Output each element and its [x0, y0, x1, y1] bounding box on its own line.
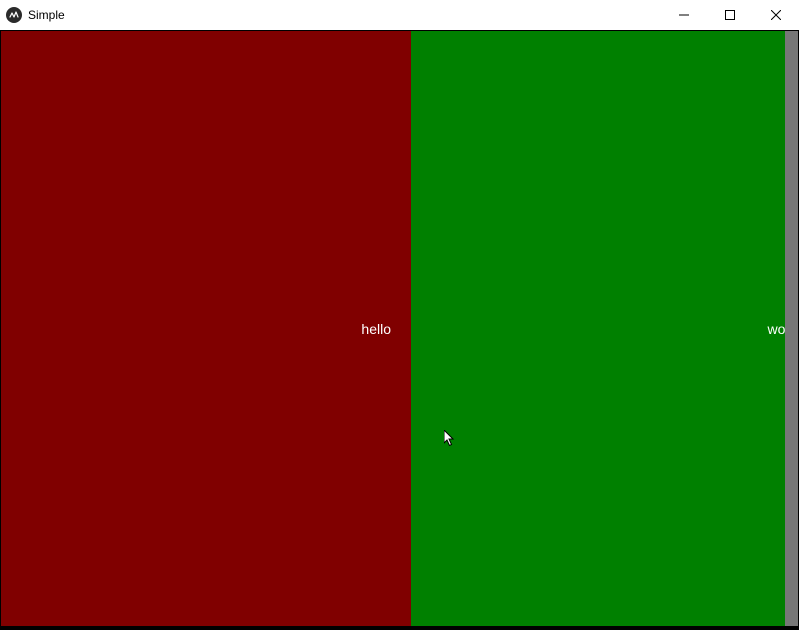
- left-pane: hello: [1, 31, 411, 626]
- close-button[interactable]: [753, 0, 799, 30]
- left-pane-text: hello: [361, 321, 391, 337]
- window-controls: [661, 0, 799, 30]
- minimize-button[interactable]: [661, 0, 707, 30]
- right-pane: world: [411, 31, 798, 626]
- content-inner: hello world: [1, 31, 798, 626]
- window-title: Simple: [28, 8, 65, 22]
- vertical-scrollbar[interactable]: [785, 31, 798, 626]
- titlebar: Simple: [0, 0, 799, 30]
- content-frame: hello world: [0, 30, 799, 630]
- app-icon: [6, 7, 22, 23]
- maximize-button[interactable]: [707, 0, 753, 30]
